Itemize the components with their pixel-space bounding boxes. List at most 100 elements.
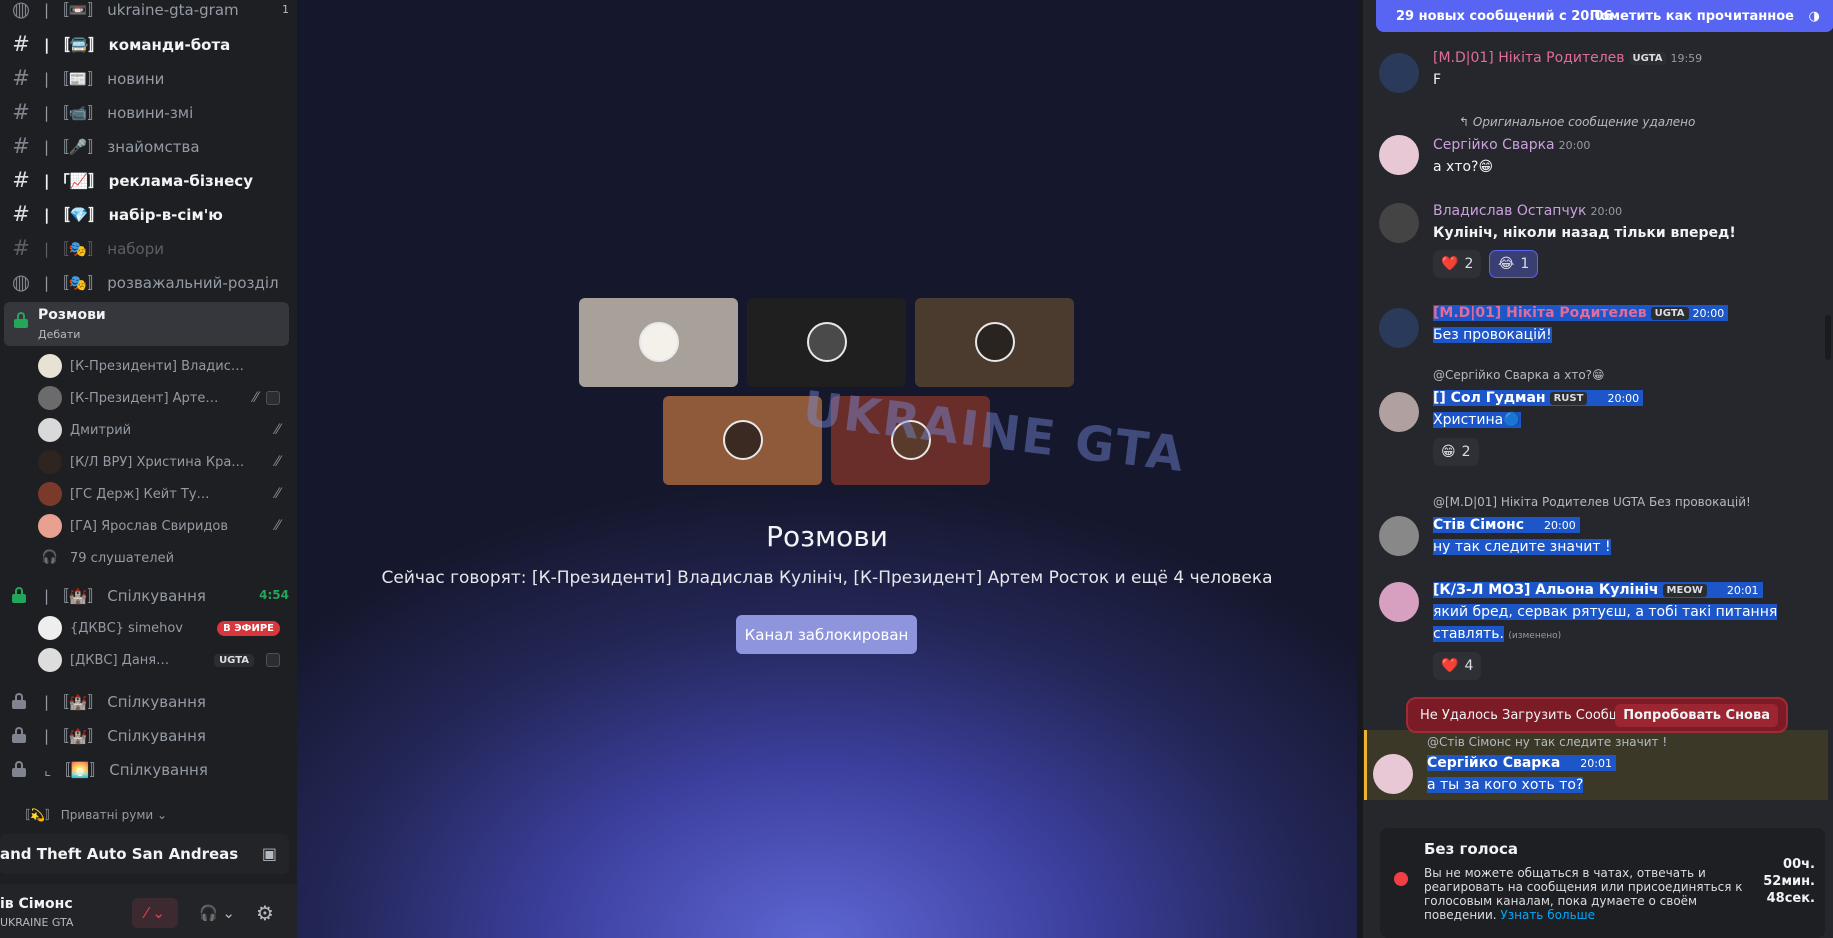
avatar[interactable] [1379,516,1419,556]
reply-reference[interactable]: @Стів Сімонс ну так следите значит ! [1427,735,1667,749]
speaker-tile[interactable] [747,298,906,387]
chat-scrollbar[interactable] [1825,315,1831,360]
timestamp: 20:00 [1544,519,1576,532]
hash-icon: # [12,100,30,124]
message-text: Кулініч, ніколи назад тільки вперед! [1433,225,1736,241]
channel-rozvazhalnyi-rozdil[interactable]: ◍ | 〚🎭〛 розважальний-розділ [0,265,297,299]
reaction-laugh[interactable]: 😂 1 [1489,250,1539,278]
avatar[interactable] [1373,754,1413,794]
settings-gear-icon[interactable]: ⚙ [250,898,280,928]
screen-share-icon[interactable]: ▣ [262,844,277,863]
stage-channel-topic: Дебати [38,328,81,341]
active-stage-channel[interactable]: Розмови Дебати [4,302,289,346]
voice-user[interactable]: [К-Президент] Артем Р... ⁄⁄ [36,384,288,412]
speaker-tile[interactable] [579,298,738,387]
author-name[interactable]: Сергійко Сварка [1433,137,1555,153]
retry-button[interactable]: Попробовать Снова [1615,703,1778,727]
channel-novyny-zmi[interactable]: # | 〚📹〛 новини-змі [0,95,297,129]
channel-name: ukraine-gta-gram [107,0,239,19]
unread-count: 1 [282,2,289,16]
voice-channel-locked[interactable]: | 〚🏰〛 Спілкування [0,718,297,752]
mark-read-icon: ◑ [1808,8,1820,24]
voice-user[interactable]: {ДКВС} simehov В ЭФИРЕ [36,614,288,642]
category-private-rooms[interactable]: 〚💫〛 Приватні руми ⌄ [0,797,297,831]
new-messages-banner[interactable]: 29 новых сообщений с 20:06 Пометить как … [1376,0,1833,32]
lock-icon [14,312,28,328]
stage-channel-name: Розмови [38,307,106,323]
channel-name: | 〚🏰〛 Спілкування [44,692,206,711]
avatar[interactable] [1379,53,1419,93]
voice-user[interactable]: [ГС Держ] Кейт Туман ⁄⁄ [36,480,288,508]
learn-more-link[interactable]: Узнать больше [1500,908,1595,922]
mic-muted-button[interactable]: ⁄ ⌄ [132,898,178,928]
timestamp: 20:01 [1580,757,1612,770]
channel-sidebar: ◍ | 〚📼〛 ukraine-gta-gram 1 # | 〚🚍〛 коман… [0,0,297,938]
activity-status[interactable]: and Theft Auto San Andreas ▣ [0,834,289,874]
channel-novyny[interactable]: # | 〚📰〛 новини [0,61,297,95]
timestamp: 20:00 [1590,205,1623,218]
reaction-grin[interactable]: 😁 2 [1433,438,1479,466]
server-tag: UGTA [1650,307,1689,320]
avatar[interactable] [1379,308,1419,348]
author-name[interactable]: [M.D|01] Нікіта Родителев [1433,305,1647,321]
voice-user[interactable]: [ДКВС] Даня Париж UGTA [36,646,288,674]
mic-muted-icon: ⁄⁄ [275,422,280,438]
channel-ukraine-gta-gram[interactable]: ◍ | 〚📼〛 ukraine-gta-gram 1 [0,0,297,26]
live-badge: В ЭФИРЕ [217,620,280,636]
forum-icon: ◍ [11,270,31,294]
channel-nabir-v-simyu[interactable]: # | 〚💎〛 набір-в-сім'ю [0,197,297,231]
author-name[interactable]: [M.D|01] Нікіта Родителев [1433,50,1625,66]
timeout-title: Без голоса [1424,840,1518,858]
reaction-count: 2 [1461,444,1471,460]
channel-name: команди-бота [108,35,231,54]
stage-speakers: Сейчас говорят: [К-Президенти] Владислав… [381,568,1273,588]
avatar[interactable] [1379,582,1419,622]
channel-reklama-biznesu[interactable]: # | 「📈〛 реклама-бізнесу [0,163,297,197]
channel-name: ⌞ 〚🌅〛 Спілкування [44,760,208,779]
activity-game: and Theft Auto San Andreas [0,845,239,863]
channel-komandy-bota[interactable]: # | 〚🚍〛 команди-бота [0,27,297,61]
channel-name: розважальний-розділ [107,273,279,292]
stream-box-icon [266,391,280,405]
channel-nabory[interactable]: # | 〚🎭〛 набори [0,231,297,265]
speaker-tile[interactable] [915,298,1074,387]
voice-channel-locked[interactable]: | 〚🏰〛 Спілкування [0,684,297,718]
voice-channel-spilkuvannya[interactable]: | 〚🏰〛 Спілкування 4:54 [0,578,297,612]
author-name[interactable]: Владислав Остапчук [1433,203,1586,219]
speaker-tile[interactable] [663,396,822,485]
reaction-heart[interactable]: ❤️ 4 [1433,652,1482,680]
reply-reference[interactable]: @Сергійко Сварка а хто?😁 [1433,368,1605,382]
avatar [807,322,847,362]
author-name[interactable]: Сергійко Сварка [1427,755,1560,771]
reply-reference[interactable]: ↰ Оригинальное сообщение удалено [1459,115,1695,129]
avatar [38,514,62,538]
reaction-heart[interactable]: ❤️ 2 [1433,250,1482,278]
channel-znayomstva[interactable]: # | 〚🎤〛 знайомства [0,129,297,163]
voice-user[interactable]: [ГА] Ярослав Свиридов ⁄⁄ [36,512,288,540]
author-name[interactable]: Стів Сімонс [1433,517,1524,533]
avatar[interactable] [1379,135,1419,175]
chevron-down-icon: ⌄ [157,807,168,822]
voice-user[interactable]: Дмитрий ⁄⁄ [36,416,288,444]
hash-icon: # [12,202,30,226]
mark-read-button[interactable]: Пометить как прочитанное [1590,9,1794,24]
author-name[interactable]: [] Сол Гудман [1433,390,1546,406]
reply-reference[interactable]: @[M.D|01] Нікіта Родителев UGTA Без пров… [1433,495,1751,509]
channel-locked-button[interactable]: Канал заблокирован [736,615,917,654]
avatar[interactable] [1379,203,1419,243]
headphones-button[interactable]: 🎧 ⌄ [194,898,240,928]
channel-name: | 〚🏰〛 Спілкування [44,726,206,745]
avatar [38,418,62,442]
author-name[interactable]: [К/З-Л МОЗ] Альона Кулініч [1433,582,1659,598]
listeners-row[interactable]: 🎧 79 слушателей [36,544,288,572]
voice-user[interactable]: [К/Л ВРУ] Христина Кравче... ⁄⁄ [36,448,288,476]
voice-channel-locked[interactable]: ⌞ 〚🌅〛 Спілкування [0,752,297,786]
edited-label: (изменено) [1508,631,1562,641]
countdown-hours: 00ч. [1783,857,1815,872]
avatar[interactable] [1379,392,1419,432]
voice-user[interactable]: [К-Президенти] Владислав Куліч... [36,352,288,380]
avatar [38,482,62,506]
hash-icon: # [12,32,30,56]
discord-window: ◍ | 〚📼〛 ukraine-gta-gram 1 # | 〚🚍〛 коман… [0,0,1833,938]
stream-box-icon [266,653,280,667]
